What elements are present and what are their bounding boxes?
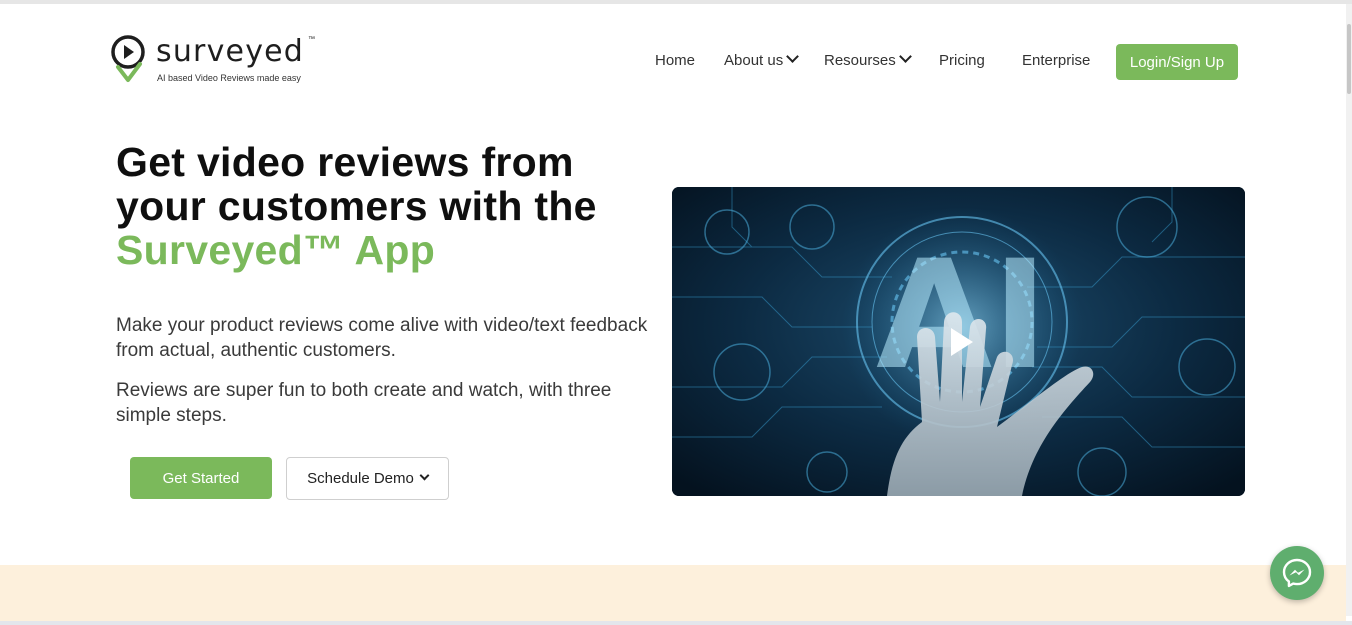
hero-title-line2: your customers with the	[116, 183, 597, 229]
brand-logo[interactable]: surveyed ™ AI based Video Reviews made e…	[110, 34, 330, 86]
hero-video[interactable]: AI	[672, 187, 1245, 496]
next-section-band	[0, 565, 1346, 621]
brand-trademark: ™	[308, 36, 315, 43]
nav-resources-label: Resourses	[824, 52, 896, 69]
logo-pin-icon	[111, 35, 145, 82]
nav-pricing-label: Pricing	[939, 52, 985, 69]
window-bottom-edge	[0, 621, 1352, 625]
hero-title: Get video reviews from your customers wi…	[116, 140, 676, 272]
login-signup-button[interactable]: Login/Sign Up	[1116, 44, 1238, 80]
chevron-down-icon	[419, 470, 430, 481]
hero-title-highlight: Surveyed™ App	[116, 227, 436, 273]
get-started-button[interactable]: Get Started	[130, 457, 272, 499]
hero-paragraph-1: Make your product reviews come alive wit…	[116, 315, 648, 361]
window-top-border	[0, 0, 1352, 4]
hero-title-line1: Get video reviews from	[116, 139, 574, 185]
brand-name: surveyed	[156, 34, 305, 69]
schedule-demo-button[interactable]: Schedule Demo	[286, 457, 449, 500]
nav-home[interactable]: Home	[655, 52, 695, 69]
brand-tagline: AI based Video Reviews made easy	[157, 73, 301, 83]
schedule-demo-label: Schedule Demo	[307, 470, 414, 487]
nav-pricing[interactable]: Pricing	[939, 52, 985, 69]
nav-about-us[interactable]: About us	[724, 50, 800, 69]
chevron-down-icon	[786, 50, 800, 63]
nav-enterprise-label: Enterprise	[1022, 52, 1091, 69]
nav-resources[interactable]: Resourses	[824, 50, 912, 69]
video-thumbnail: AI	[672, 187, 1245, 496]
scrollbar-thumb[interactable]	[1347, 24, 1351, 94]
hero-paragraph-2: Reviews are super fun to both create and…	[116, 380, 612, 426]
nav-home-label: Home	[655, 52, 696, 69]
messenger-chat-button[interactable]	[1270, 546, 1324, 600]
chevron-down-icon	[898, 50, 912, 63]
nav-about-us-label: About us	[724, 52, 784, 69]
messenger-icon	[1282, 558, 1312, 588]
nav-enterprise[interactable]: Enterprise	[1022, 52, 1090, 69]
scrollbar[interactable]	[1346, 4, 1352, 616]
